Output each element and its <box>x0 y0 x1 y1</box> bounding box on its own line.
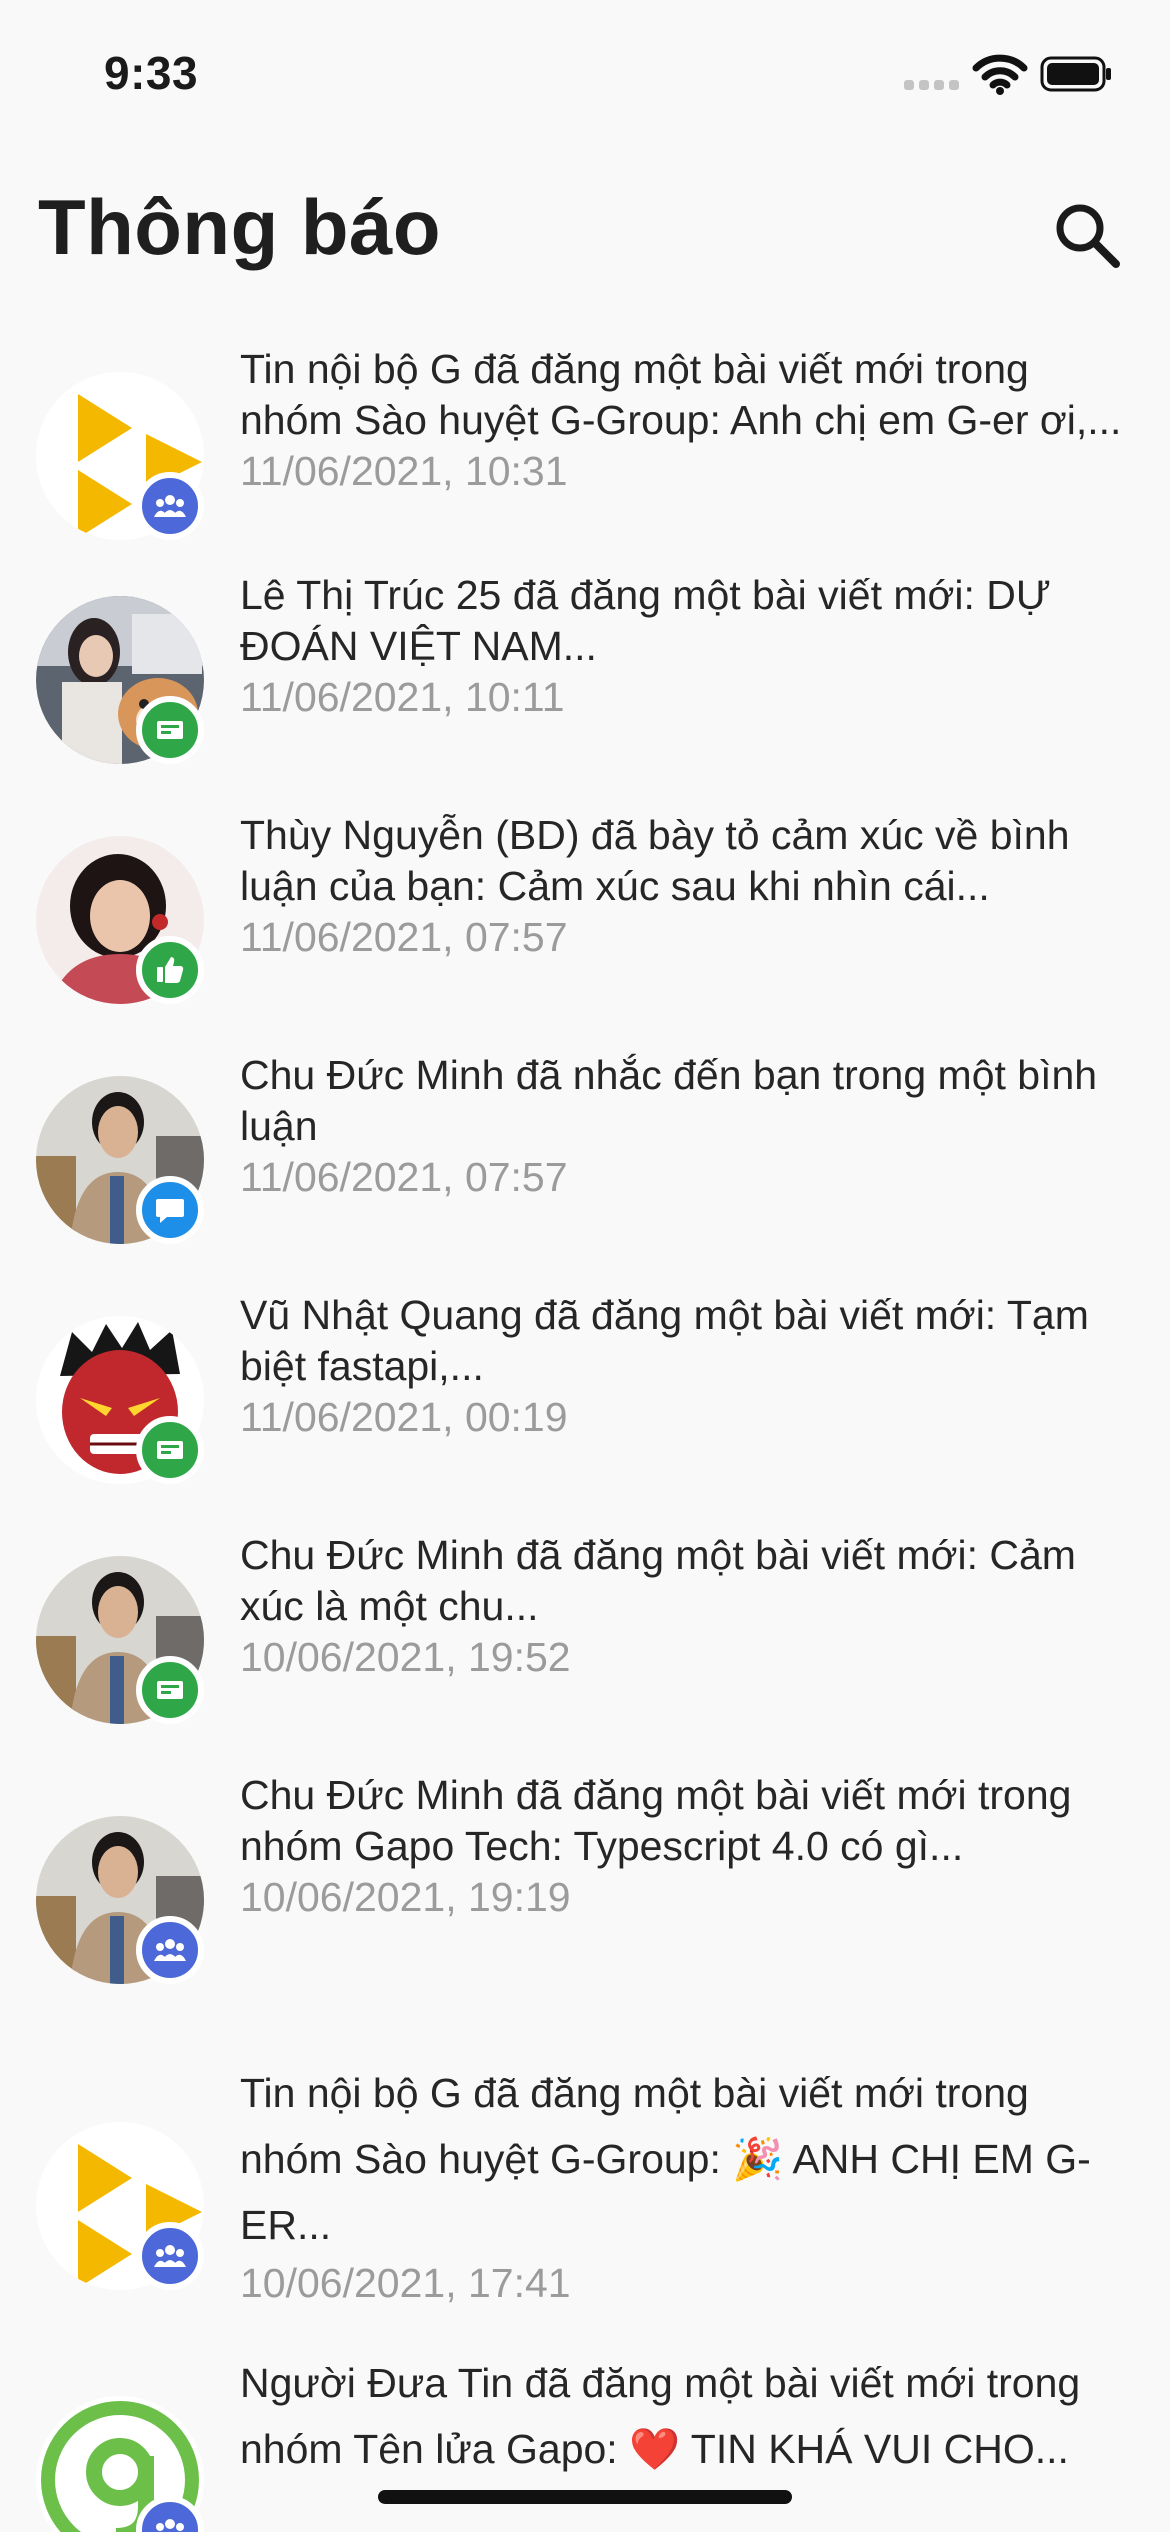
notification-message: Thùy Nguyễn (BD) đã bày tỏ cảm xúc về bì… <box>240 812 1070 909</box>
comment-icon <box>136 1176 204 1244</box>
post-icon <box>136 1416 204 1484</box>
group-icon <box>136 2222 204 2290</box>
page-header: Thông báo <box>0 160 1170 290</box>
status-bar: 9:33 <box>0 0 1170 140</box>
notification-item[interactable]: Chu Đức Minh đã đăng một bài viết mới tr… <box>0 1770 1170 2020</box>
notification-time: 10/06/2021, 17:41 <box>240 2260 571 2306</box>
notification-item[interactable]: Vũ Nhật Quang đã đăng một bài viết mới: … <box>0 1290 1170 1490</box>
notification-message: Chu Đức Minh đã nhắc đến bạn trong một b… <box>240 1052 1098 1149</box>
avatar <box>36 1076 204 1244</box>
notification-message: Chu Đức Minh đã đăng một bài viết mới tr… <box>240 1772 1072 1869</box>
notification-time: 11/06/2021, 00:19 <box>240 1394 568 1440</box>
search-button[interactable] <box>1050 198 1126 274</box>
avatar <box>36 596 204 764</box>
home-indicator <box>378 2490 792 2504</box>
battery-icon <box>1040 56 1111 92</box>
group-icon <box>136 1916 204 1984</box>
notification-time: 11/06/2021, 10:11 <box>240 674 565 720</box>
signal-icon <box>904 80 960 92</box>
notification-time: 11/06/2021, 07:57 <box>240 914 568 960</box>
thumbs-up-icon <box>136 936 204 1004</box>
post-icon <box>136 1656 204 1724</box>
post-icon <box>136 696 204 764</box>
avatar <box>36 836 204 1004</box>
avatar <box>36 372 204 540</box>
avatar <box>36 2396 204 2532</box>
notification-item[interactable]: Tin nội bộ G đã đăng một bài viết mới tr… <box>0 330 1170 550</box>
notification-time: 10/06/2021, 19:19 <box>240 1874 571 1920</box>
page-title: Thông báo <box>38 183 442 271</box>
notification-message: Tin nội bộ G đã đăng một bài viết mới tr… <box>240 2070 1091 2248</box>
notification-item[interactable]: Tin nội bộ G đã đăng một bài viết mới tr… <box>0 2060 1170 2320</box>
group-icon <box>136 472 204 540</box>
notification-message: Tin nội bộ G đã đăng một bài viết mới tr… <box>240 346 1122 443</box>
notification-item[interactable]: Chu Đức Minh đã nhắc đến bạn trong một b… <box>0 1050 1170 1250</box>
notification-message: Vũ Nhật Quang đã đăng một bài viết mới: … <box>240 1292 1089 1389</box>
notification-message: Người Đưa Tin đã đăng một bài viết mới t… <box>240 2360 1081 2472</box>
notification-item[interactable]: Lê Thị Trúc 25 đã đăng một bài viết mới:… <box>0 570 1170 770</box>
notification-message: Lê Thị Trúc 25 đã đăng một bài viết mới:… <box>240 572 1051 669</box>
avatar <box>36 1816 204 1984</box>
avatar <box>36 1316 204 1484</box>
notification-item[interactable]: Chu Đức Minh đã đăng một bài viết mới: C… <box>0 1530 1170 1730</box>
notification-time: 11/06/2021, 07:57 <box>240 1154 568 1200</box>
search-icon <box>1056 204 1120 268</box>
wifi-icon <box>972 54 1028 95</box>
notification-item[interactable]: Người Đưa Tin đã đăng một bài viết mới t… <box>0 2350 1170 2532</box>
notifications-screen: 9:33 Thông báo Tin nội bộ G đã đăng một … <box>0 0 1170 2532</box>
notification-message: Chu Đức Minh đã đăng một bài viết mới: C… <box>240 1532 1076 1629</box>
notification-item[interactable]: Thùy Nguyễn (BD) đã bày tỏ cảm xúc về bì… <box>0 810 1170 1010</box>
status-time: 9:33 <box>104 47 199 99</box>
avatar <box>36 1556 204 1724</box>
avatar <box>36 2122 204 2290</box>
notification-time: 11/06/2021, 10:31 <box>240 448 568 494</box>
notification-time: 10/06/2021, 19:52 <box>240 1634 571 1680</box>
